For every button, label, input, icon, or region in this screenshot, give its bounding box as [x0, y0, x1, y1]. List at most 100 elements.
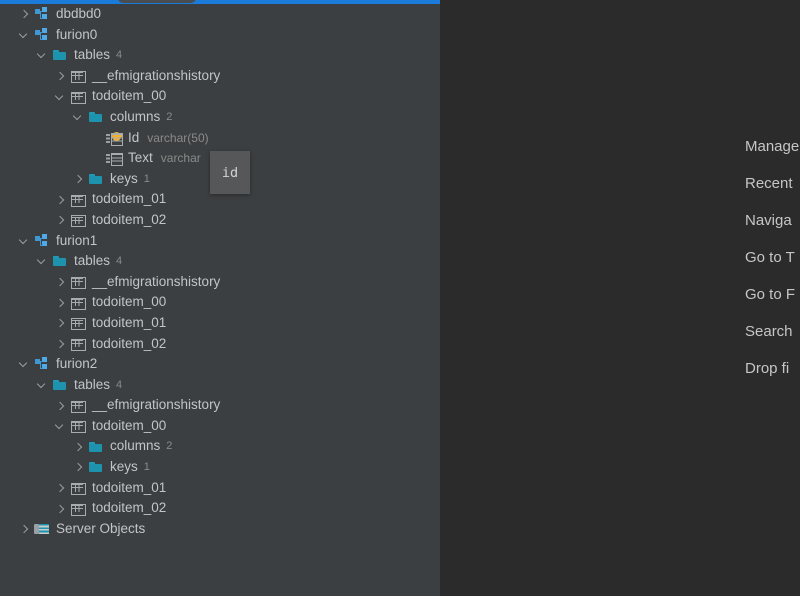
chevron-right-icon[interactable] — [54, 194, 66, 206]
tree-row-count: 4 — [116, 378, 123, 391]
tree-row[interactable]: furion2 — [0, 354, 440, 375]
menu-item[interactable]: Drop fi — [745, 350, 799, 387]
tree-row-count: 4 — [116, 49, 123, 62]
tree-row[interactable]: furion1 — [0, 231, 440, 252]
folder-icon — [52, 377, 68, 393]
tooltip-text: id — [221, 164, 239, 181]
table-icon — [70, 501, 86, 517]
database-tree-panel[interactable]: dbdbd0 furion0 tables 4 __efmigrationshistor… — [0, 4, 440, 596]
schema-icon — [34, 356, 50, 372]
menu-item[interactable]: Recent — [745, 165, 799, 202]
tree-row-label: todoitem_02 — [92, 335, 167, 351]
column-datatype: varchar — [160, 151, 201, 166]
folder-icon — [88, 171, 104, 187]
tree-row[interactable]: __efmigrationshistory — [0, 66, 440, 87]
tree-row[interactable]: todoitem_01 — [0, 313, 440, 334]
menu-item[interactable]: Naviga — [745, 202, 799, 239]
table-icon — [70, 418, 86, 434]
schema-icon — [34, 27, 50, 43]
tree-row[interactable]: Id varchar(50) — [0, 128, 440, 149]
tree-row[interactable]: tables 4 — [0, 45, 440, 66]
column-icon — [106, 130, 123, 146]
chevron-right-icon[interactable] — [72, 461, 84, 473]
chevron-right-icon[interactable] — [54, 338, 66, 350]
tree-row[interactable]: furion0 — [0, 25, 440, 46]
chevron-right-icon[interactable] — [18, 523, 30, 535]
tree-row-label: furion1 — [56, 232, 98, 248]
tree-row-count: 2 — [166, 110, 173, 123]
table-icon — [70, 336, 86, 352]
tooltip: id — [210, 151, 250, 194]
tree-row[interactable]: todoitem_00 — [0, 416, 440, 437]
chevron-right-icon[interactable] — [18, 8, 30, 20]
tree-row-label: __efmigrationshistory — [92, 397, 221, 413]
tree-row[interactable]: todoitem_02 — [0, 210, 440, 231]
table-icon — [70, 192, 86, 208]
chevron-right-icon[interactable] — [54, 317, 66, 329]
tree-row-label: Id — [128, 129, 140, 145]
chevron-down-icon[interactable] — [72, 111, 84, 123]
chevron-down-icon[interactable] — [54, 420, 66, 432]
tree-row[interactable]: todoitem_00 — [0, 86, 440, 107]
tree-row-label: todoitem_02 — [92, 211, 167, 227]
tree-row-count: 1 — [143, 461, 150, 474]
tree-row[interactable]: columns 2 — [0, 107, 440, 128]
folder-icon — [52, 47, 68, 63]
chevron-right-icon[interactable] — [54, 214, 66, 226]
tree-row-count: 2 — [166, 440, 173, 453]
tree-row-count: 4 — [116, 255, 123, 268]
folder-icon — [88, 439, 104, 455]
chevron-right-icon[interactable] — [54, 482, 66, 494]
tree-row[interactable]: todoitem_00 — [0, 292, 440, 313]
server-icon — [34, 521, 50, 537]
app-window: dbdbd0 furion0 tables 4 __efmigrationshistor… — [0, 0, 800, 596]
chevron-down-icon[interactable] — [36, 379, 48, 391]
tree-row[interactable]: dbdbd0 — [0, 4, 440, 25]
table-icon — [70, 480, 86, 496]
chevron-down-icon[interactable] — [54, 91, 66, 103]
tree-row[interactable]: columns 2 — [0, 436, 440, 457]
tree-row-label: furion2 — [56, 356, 98, 372]
table-icon — [70, 295, 86, 311]
chevron-right-icon[interactable] — [54, 276, 66, 288]
chevron-down-icon[interactable] — [18, 29, 30, 41]
chevron-down-icon[interactable] — [36, 255, 48, 267]
tree-row[interactable]: __efmigrationshistory — [0, 272, 440, 293]
schema-icon — [34, 6, 50, 22]
tree-row[interactable]: todoitem_02 — [0, 334, 440, 355]
tree-row-count: 1 — [143, 172, 150, 185]
schema-icon — [34, 233, 50, 249]
tree-row-label: todoitem_01 — [92, 479, 167, 495]
tree-row[interactable]: Server Objects — [0, 519, 440, 540]
primary-key-icon — [112, 131, 123, 141]
actions-menu[interactable]: Manage Recent Naviga Go to T Go to F Search Dr… — [745, 128, 799, 387]
tree-row[interactable]: __efmigrationshistory — [0, 395, 440, 416]
tree-row-label: tables — [74, 253, 111, 269]
tree-row[interactable]: keys 1 — [0, 457, 440, 478]
menu-item[interactable]: Go to F — [745, 276, 799, 313]
folder-icon — [52, 253, 68, 269]
folder-icon — [88, 459, 104, 475]
chevron-right-icon[interactable] — [54, 503, 66, 515]
menu-item[interactable]: Search — [745, 313, 799, 350]
tree-row-label: __efmigrationshistory — [92, 273, 221, 289]
tree-row[interactable]: todoitem_01 — [0, 478, 440, 499]
chevron-right-icon[interactable] — [72, 441, 84, 453]
chevron-right-icon[interactable] — [54, 70, 66, 82]
chevron-right-icon[interactable] — [54, 297, 66, 309]
chevron-down-icon[interactable] — [18, 235, 30, 247]
tree-row[interactable]: tables 4 — [0, 375, 440, 396]
table-icon — [70, 68, 86, 84]
tree-row[interactable]: todoitem_02 — [0, 498, 440, 519]
tab-nub[interactable] — [118, 0, 196, 3]
chevron-down-icon[interactable] — [36, 49, 48, 61]
chevron-right-icon[interactable] — [72, 173, 84, 185]
menu-item[interactable]: Go to T — [745, 239, 799, 276]
menu-item[interactable]: Manage — [745, 128, 799, 165]
chevron-down-icon[interactable] — [18, 358, 30, 370]
tree-row-label: todoitem_02 — [92, 500, 167, 516]
column-datatype: varchar(50) — [147, 130, 209, 145]
tree-row[interactable]: tables 4 — [0, 251, 440, 272]
chevron-right-icon[interactable] — [54, 400, 66, 412]
tree-row-label: todoitem_00 — [92, 88, 167, 104]
